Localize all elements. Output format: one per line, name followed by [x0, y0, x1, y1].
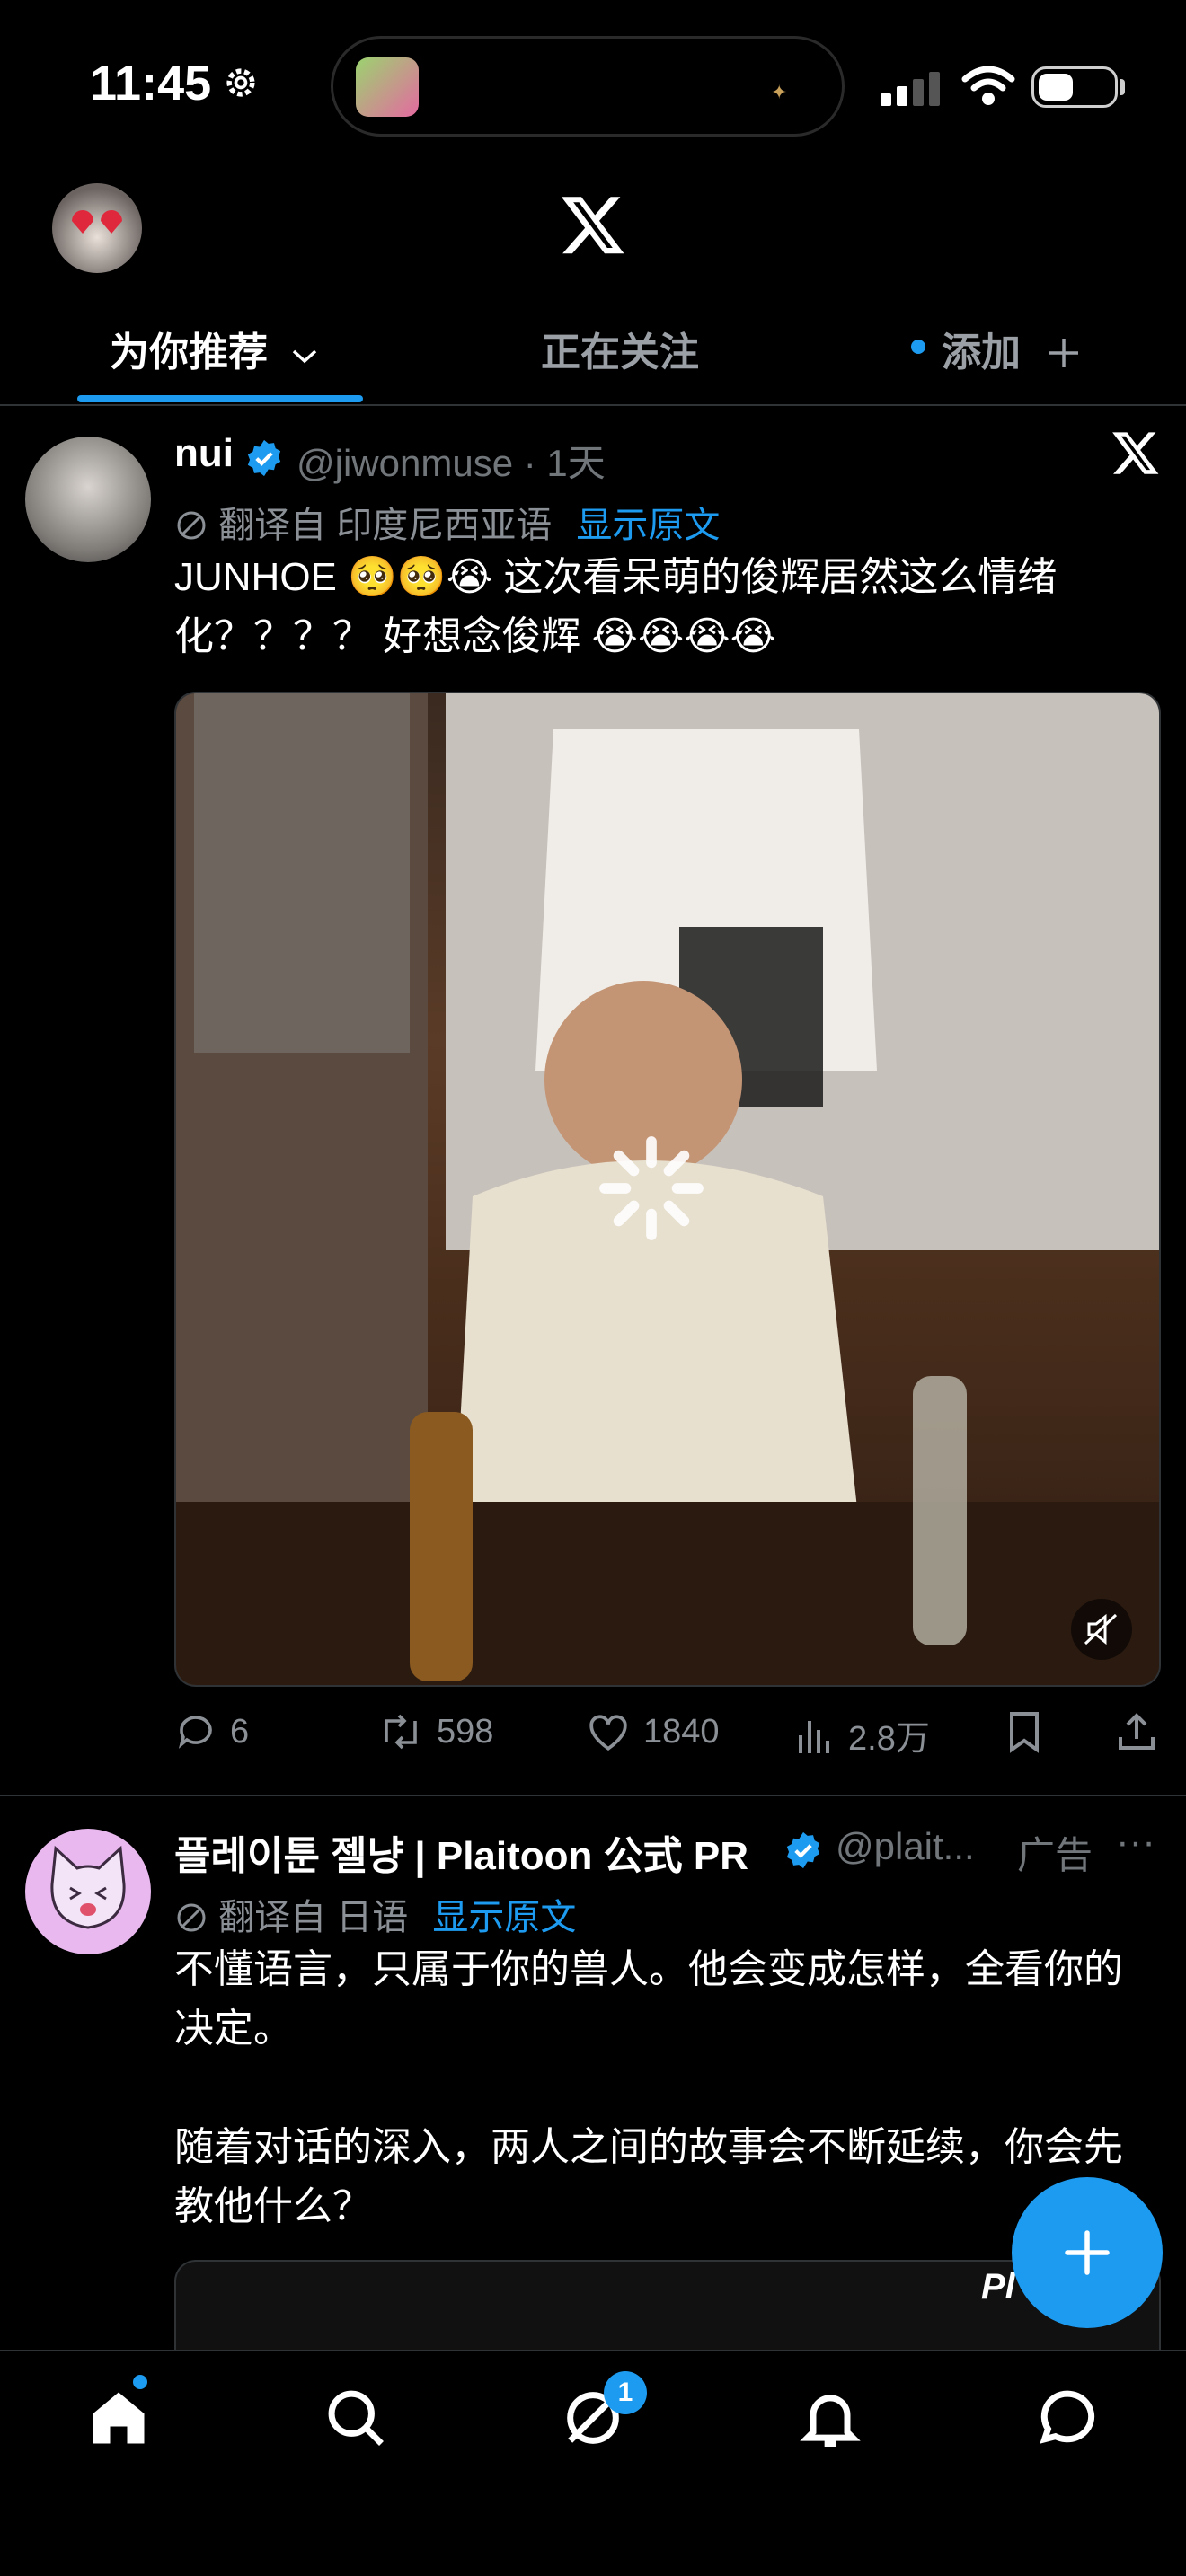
x-logo-icon[interactable]	[559, 190, 627, 259]
translation-row: 翻译自 日语 显示原文	[174, 1888, 576, 1940]
repost-button[interactable]: 598	[377, 1710, 493, 1753]
translated-from-label: 翻译自 印度尼西亚语	[218, 506, 553, 545]
tab-label: 添加	[942, 331, 1021, 375]
plus-icon	[1065, 2230, 1110, 2275]
share-icon	[1119, 1713, 1155, 1750]
translate-icon	[177, 1903, 206, 1932]
loading-spinner-icon	[599, 1136, 704, 1240]
translated-from-label: 翻译自 日语	[218, 1898, 409, 1937]
chat-bubble-icon[interactable]	[1033, 2384, 1102, 2452]
bell-icon[interactable]	[796, 2384, 864, 2452]
like-count: 1840	[643, 1712, 720, 1751]
reply-button[interactable]: 6	[174, 1710, 249, 1753]
compose-button[interactable]	[1012, 2177, 1163, 2328]
search-icon[interactable]	[322, 2384, 390, 2452]
tweet-text: JUNHOE 🥺🥺😭 这次看呆萌的俊辉居然这么情绪化？？？？ 好想念俊辉 😭😭😭…	[174, 555, 1058, 658]
cat-mascot-icon	[50, 1845, 126, 1929]
more-options-button[interactable]: ···	[1116, 1820, 1155, 1865]
divider	[0, 1795, 1186, 1796]
bookmark-button[interactable]	[1005, 1710, 1044, 1753]
author-avatar[interactable]	[25, 1829, 151, 1954]
notification-badge: 1	[604, 2371, 647, 2414]
activity-indicator-icon: ✦	[771, 81, 788, 103]
new-content-dot	[911, 340, 925, 354]
author-handle-time[interactable]: @jiwonmuse · 1天	[296, 433, 606, 488]
home-icon[interactable]	[84, 2384, 153, 2452]
muted-speaker-icon	[1084, 1613, 1118, 1645]
translate-icon	[177, 511, 206, 540]
tab-label: 为你推荐	[110, 331, 268, 375]
ad-media-brand: Pl	[981, 2267, 1015, 2307]
mute-button[interactable]	[1071, 1599, 1132, 1660]
views-button[interactable]: 2.8万	[794, 1710, 930, 1760]
x-logo-icon[interactable]	[1111, 428, 1161, 478]
author-name[interactable]: nui	[174, 431, 234, 476]
chevron-down-icon	[293, 349, 317, 364]
gear-icon	[226, 68, 255, 97]
repost-count: 598	[437, 1712, 494, 1751]
share-button[interactable]	[1116, 1710, 1157, 1753]
like-button[interactable]: 1840	[586, 1710, 720, 1753]
battery-level	[1039, 74, 1073, 101]
profile-avatar[interactable]	[52, 183, 142, 273]
home-new-dot	[133, 2375, 147, 2389]
active-tab-indicator	[77, 395, 363, 402]
author-handle[interactable]: @plait...	[836, 1825, 975, 1868]
bookmark-icon	[1010, 1712, 1039, 1753]
tab-following[interactable]: 正在关注	[541, 320, 699, 377]
tweet-text: 不懂语言，只属于你的兽人。他会变成怎样，全看你的决定。 随着对话的深入，两人之间…	[174, 1947, 1123, 2228]
tab-for-you[interactable]: 为你推荐	[110, 320, 318, 377]
reply-count: 6	[230, 1712, 250, 1751]
status-time: 11:45	[90, 57, 212, 110]
analytics-icon	[799, 1720, 829, 1753]
author-name[interactable]: 플레이툰 젤냥 | Plaitoon 公式 PR	[174, 1823, 748, 1881]
translation-row: 翻译自 印度尼西亚语 显示原文	[174, 496, 720, 548]
show-original-link[interactable]: 显示原文	[432, 1898, 576, 1937]
show-original-link[interactable]: 显示原文	[576, 506, 720, 545]
repost-icon	[385, 1714, 417, 1750]
divider	[0, 404, 1186, 406]
plus-icon	[1049, 339, 1079, 367]
tab-add[interactable]: 添加	[942, 320, 1080, 377]
wifi-icon	[961, 66, 1015, 105]
heart-icon	[589, 1715, 627, 1751]
now-playing-app-icon[interactable]	[356, 57, 419, 117]
reply-icon	[178, 1716, 212, 1749]
cellular-signal-icon	[881, 72, 940, 106]
view-count: 2.8万	[848, 1720, 930, 1758]
verified-badge-icon	[786, 1831, 820, 1869]
battery-tip	[1120, 79, 1125, 95]
verified-badge-icon	[247, 439, 281, 477]
ad-label: 广告	[1017, 1834, 1093, 1876]
author-avatar[interactable]	[25, 437, 151, 562]
